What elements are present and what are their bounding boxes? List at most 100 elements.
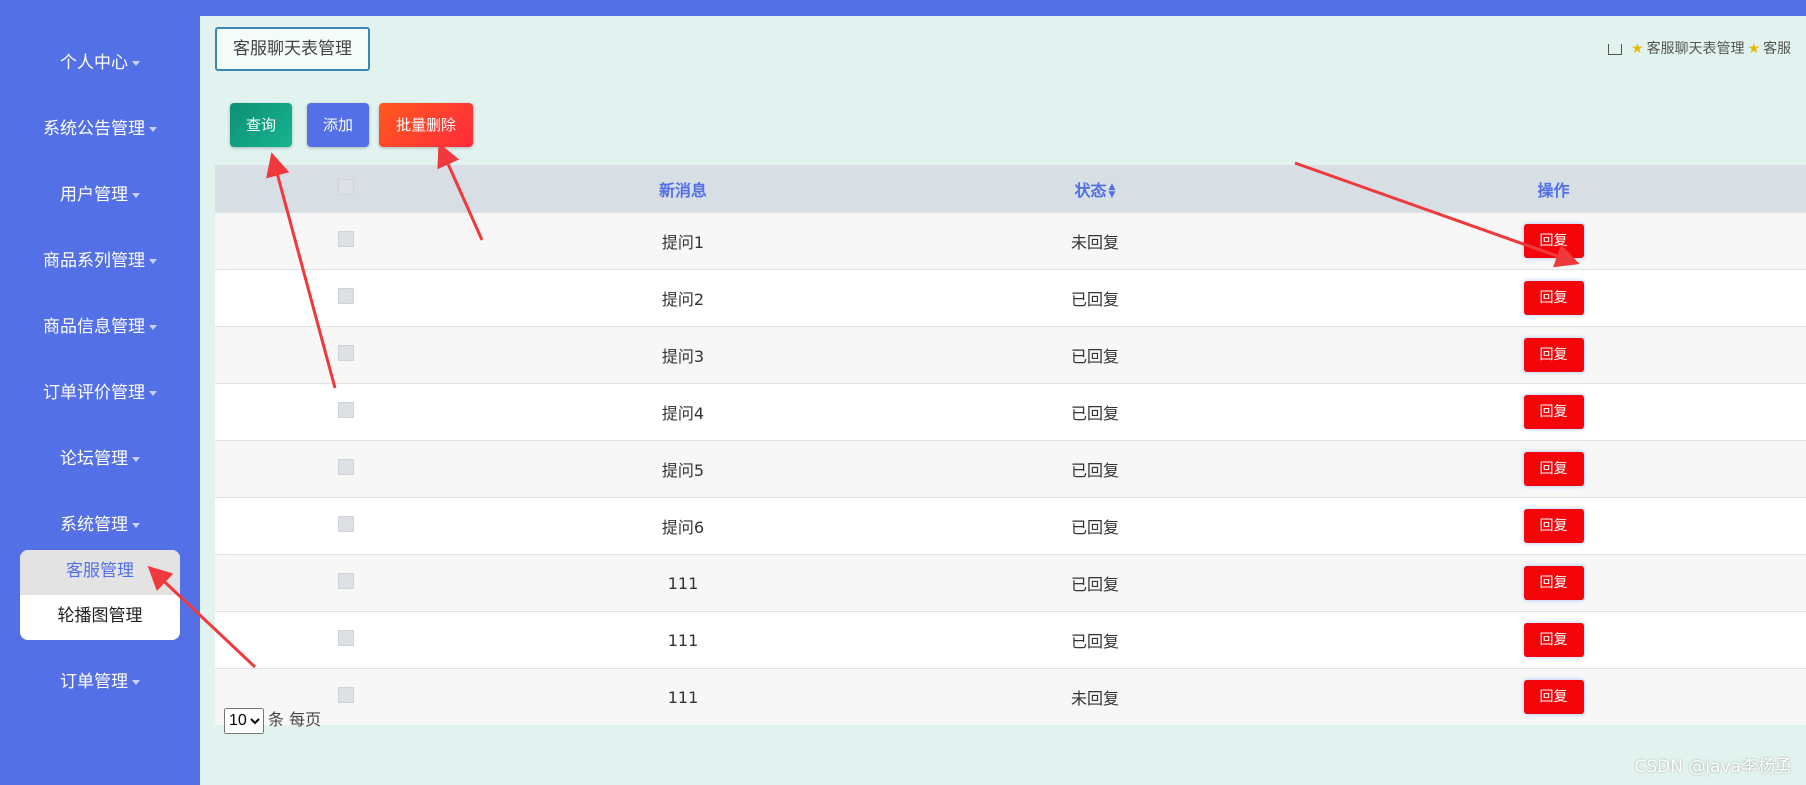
table-row: 111 已回复 回复 bbox=[215, 554, 1806, 612]
table-row: 111 已回复 回复 bbox=[215, 611, 1806, 669]
table-header-row: 新消息 状态 ▲ ▼ 操作 bbox=[215, 165, 1806, 213]
query-button[interactable]: 查询 bbox=[230, 103, 292, 147]
action-cell: 回复 bbox=[1301, 611, 1806, 669]
action-cell: 回复 bbox=[1301, 440, 1806, 498]
action-cell: 回复 bbox=[1301, 212, 1806, 270]
check-cell bbox=[215, 497, 477, 555]
caret-down-icon bbox=[149, 390, 157, 396]
breadcrumb: ★ 客服聊天表管理 ★ 客服 bbox=[1608, 38, 1791, 58]
batch-delete-button[interactable]: 批量删除 bbox=[379, 103, 473, 147]
add-button[interactable]: 添加 bbox=[307, 103, 369, 147]
sidebar-item-product-series[interactable]: 商品系列管理 bbox=[0, 249, 200, 273]
sidebar-item-product-info[interactable]: 商品信息管理 bbox=[0, 315, 200, 339]
message-cell: 提问3 bbox=[477, 326, 889, 384]
chat-table: 新消息 状态 ▲ ▼ 操作 提问1 未回复 回复 提问2 已回复 回复 提问3 已回复 回复 提… bbox=[215, 165, 1806, 725]
status-cell: 未回复 bbox=[889, 212, 1301, 270]
sidebar-item-orders[interactable]: 订单管理 bbox=[0, 670, 200, 694]
page-title: 客服聊天表管理 bbox=[215, 27, 370, 71]
action-cell: 回复 bbox=[1301, 326, 1806, 384]
message-cell: 提问1 bbox=[477, 212, 889, 270]
row-checkbox[interactable] bbox=[338, 630, 354, 646]
menu-label: 商品系列管理 bbox=[43, 251, 145, 271]
per-page-label: 条 每页 bbox=[268, 710, 322, 729]
breadcrumb-item[interactable]: 客服 bbox=[1763, 41, 1791, 57]
row-checkbox[interactable] bbox=[338, 459, 354, 475]
status-cell: 已回复 bbox=[889, 269, 1301, 327]
reply-button[interactable]: 回复 bbox=[1523, 680, 1584, 714]
menu-label: 订单管理 bbox=[60, 672, 128, 692]
message-cell: 111 bbox=[477, 668, 889, 725]
action-cell: 回复 bbox=[1301, 554, 1806, 612]
sidebar-item-forum[interactable]: 论坛管理 bbox=[0, 447, 200, 471]
check-cell bbox=[215, 326, 477, 384]
table-row: 提问5 已回复 回复 bbox=[215, 440, 1806, 498]
column-header-status[interactable]: 状态 ▲ ▼ bbox=[889, 165, 1301, 213]
reply-button[interactable]: 回复 bbox=[1523, 566, 1584, 600]
message-cell: 111 bbox=[477, 611, 889, 669]
home-icon[interactable] bbox=[1608, 44, 1622, 55]
sidebar-item-users[interactable]: 用户管理 bbox=[0, 183, 200, 207]
caret-down-icon bbox=[149, 126, 157, 132]
reply-button[interactable]: 回复 bbox=[1523, 395, 1584, 429]
reply-button[interactable]: 回复 bbox=[1523, 281, 1584, 315]
sidebar-item-system[interactable]: 系统管理 bbox=[0, 513, 200, 537]
status-cell: 已回复 bbox=[889, 440, 1301, 498]
row-checkbox[interactable] bbox=[338, 402, 354, 418]
row-checkbox[interactable] bbox=[338, 231, 354, 247]
menu-label: 商品信息管理 bbox=[43, 317, 145, 337]
table-row: 提问3 已回复 回复 bbox=[215, 326, 1806, 384]
message-cell: 提问4 bbox=[477, 383, 889, 441]
table-row: 提问6 已回复 回复 bbox=[215, 497, 1806, 555]
reply-button[interactable]: 回复 bbox=[1523, 338, 1584, 372]
table-row: 提问2 已回复 回复 bbox=[215, 269, 1806, 327]
sidebar-item-notice[interactable]: 系统公告管理 bbox=[0, 117, 200, 141]
reply-button[interactable]: 回复 bbox=[1523, 509, 1584, 543]
status-cell: 已回复 bbox=[889, 326, 1301, 384]
page-size-select[interactable]: 10 bbox=[224, 707, 264, 734]
menu-label: 个人中心 bbox=[60, 53, 128, 73]
row-checkbox[interactable] bbox=[338, 573, 354, 589]
menu-label: 论坛管理 bbox=[60, 449, 128, 469]
sidebar-item-personal-center[interactable]: 个人中心 bbox=[0, 51, 200, 75]
top-bar bbox=[0, 0, 1806, 16]
status-cell: 已回复 bbox=[889, 497, 1301, 555]
submenu-item-carousel[interactable]: 轮播图管理 bbox=[20, 595, 180, 640]
menu-label: 系统公告管理 bbox=[43, 119, 145, 139]
status-cell: 未回复 bbox=[889, 668, 1301, 725]
column-header-action: 操作 bbox=[1301, 165, 1806, 213]
caret-down-icon bbox=[132, 60, 140, 66]
pagination: 10条 每页 bbox=[224, 706, 321, 734]
table-row: 提问1 未回复 回复 bbox=[215, 212, 1806, 270]
reply-button[interactable]: 回复 bbox=[1523, 623, 1584, 657]
sort-icon[interactable]: ▲ ▼ bbox=[1109, 183, 1116, 200]
row-checkbox[interactable] bbox=[338, 516, 354, 532]
select-all-cell bbox=[215, 165, 477, 213]
check-cell bbox=[215, 383, 477, 441]
status-cell: 已回复 bbox=[889, 383, 1301, 441]
action-cell: 回复 bbox=[1301, 269, 1806, 327]
caret-down-icon bbox=[132, 679, 140, 685]
reply-button[interactable]: 回复 bbox=[1523, 452, 1584, 486]
table-row: 提问4 已回复 回复 bbox=[215, 383, 1806, 441]
select-all-checkbox[interactable] bbox=[338, 178, 354, 195]
sidebar-item-order-review[interactable]: 订单评价管理 bbox=[0, 381, 200, 405]
menu-label: 系统管理 bbox=[60, 515, 128, 535]
action-cell: 回复 bbox=[1301, 383, 1806, 441]
message-cell: 提问2 bbox=[477, 269, 889, 327]
menu-label: 订单评价管理 bbox=[43, 383, 145, 403]
row-checkbox[interactable] bbox=[338, 345, 354, 361]
message-cell: 提问5 bbox=[477, 440, 889, 498]
reply-button[interactable]: 回复 bbox=[1523, 224, 1584, 258]
system-submenu: 客服管理 轮播图管理 bbox=[20, 550, 180, 640]
action-cell: 回复 bbox=[1301, 668, 1806, 725]
caret-down-icon bbox=[132, 192, 140, 198]
column-header-status-label: 状态 bbox=[1074, 180, 1107, 200]
column-header-message: 新消息 bbox=[477, 165, 889, 213]
action-cell: 回复 bbox=[1301, 497, 1806, 555]
row-checkbox[interactable] bbox=[338, 687, 354, 703]
caret-down-icon bbox=[132, 456, 140, 462]
breadcrumb-item[interactable]: 客服聊天表管理 bbox=[1647, 41, 1745, 57]
row-checkbox[interactable] bbox=[338, 288, 354, 304]
submenu-item-customer-service[interactable]: 客服管理 bbox=[20, 550, 180, 595]
star-icon: ★ bbox=[1747, 41, 1761, 57]
